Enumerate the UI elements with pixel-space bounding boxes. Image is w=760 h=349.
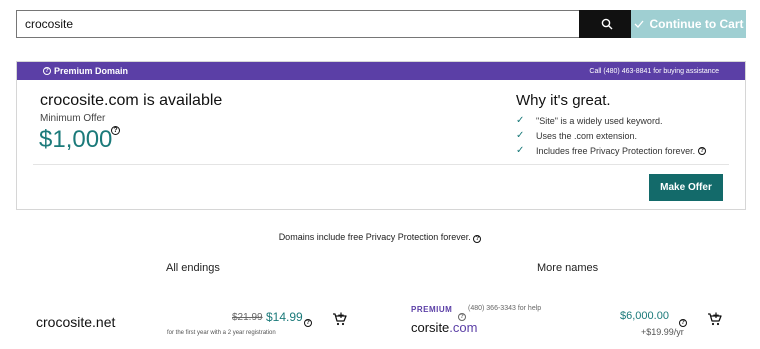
premium-badge: ? Premium Domain [43,66,128,76]
help-icon[interactable]: ? [679,319,687,327]
renewal-price: +$19.99/yr [641,327,684,337]
add-to-cart-button[interactable] [707,312,723,331]
privacy-note-text: Domains include free Privacy Protection … [278,232,471,242]
continue-to-cart-label: Continue to Cart [649,17,744,31]
help-icon[interactable]: ? [43,67,51,75]
sale-price: $14.99 [266,310,303,324]
premium-tag: PREMIUM [411,305,453,314]
search-button[interactable] [579,10,635,38]
price-help: ? [304,311,312,329]
reason-text: Uses the .com extension. [536,130,638,141]
help-icon[interactable]: ? [111,126,120,135]
premium-banner: ? Premium Domain Call (480) 463-8841 for… [17,62,745,80]
cart-add-icon [708,312,722,326]
domain-price: $6,000.00 [620,310,669,322]
why-great-title: Why it's great. [516,92,611,109]
domain-result-name[interactable]: crocosite.net [36,314,115,330]
domain-tld: .com [449,320,478,335]
premium-domain-card: ? Premium Domain Call (480) 463-8841 for… [16,61,746,210]
search-bar: Continue to Cart [16,10,746,38]
help-icon[interactable]: ? [304,319,312,327]
reason-item: ✓ Includes free Privacy Protection forev… [516,143,707,158]
help-icon[interactable]: ? [473,235,482,243]
help-phone: (480) 366-3343 for help [468,305,542,312]
reasons-list: ✓ "Site" is a widely used keyword. ✓ Use… [516,113,707,158]
reason-text: "Site" is a widely used keyword. [536,115,663,126]
make-offer-button[interactable]: Make Offer [649,174,723,201]
domain-base: crocosite [36,314,93,330]
domain-tld: .net [92,314,116,330]
check-icon: ✓ [516,145,525,156]
privacy-protection-note: Domains include free Privacy Protection … [0,232,760,243]
more-names-heading: More names [537,262,599,274]
domain-search-input[interactable] [16,10,579,38]
search-icon [601,18,613,30]
check-icon: ✓ [516,115,525,126]
reason-item: ✓ "Site" is a widely used keyword. [516,113,706,128]
cart-add-icon [333,312,347,326]
check-icon [634,20,643,28]
premium-domain-label: Premium Domain [54,66,129,76]
reason-item: ✓ Uses the .com extension. [516,128,706,143]
original-price: $21.99 [232,312,263,323]
help-icon[interactable]: ? [698,146,707,155]
price-help: ? [111,124,120,135]
minimum-offer-label: Minimum Offer [40,113,106,124]
check-icon: ✓ [516,130,525,141]
reason-text: Includes free Privacy Protection forever… [536,145,696,156]
all-endings-heading: All endings [166,262,220,274]
buying-assistance-phone: Call (480) 463-8841 for buying assistanc… [589,67,719,75]
continue-to-cart-button[interactable]: Continue to Cart [631,10,746,38]
availability-title: crocosite.com is available [40,92,223,109]
divider [33,164,729,165]
domain-base: corsite [411,320,450,335]
registration-note: for the first year with a 2 year registr… [167,330,276,336]
add-to-cart-button[interactable] [332,312,348,331]
minimum-offer-price: $1,000 [39,126,113,153]
domain-result-name[interactable]: corsite.com [411,320,477,335]
